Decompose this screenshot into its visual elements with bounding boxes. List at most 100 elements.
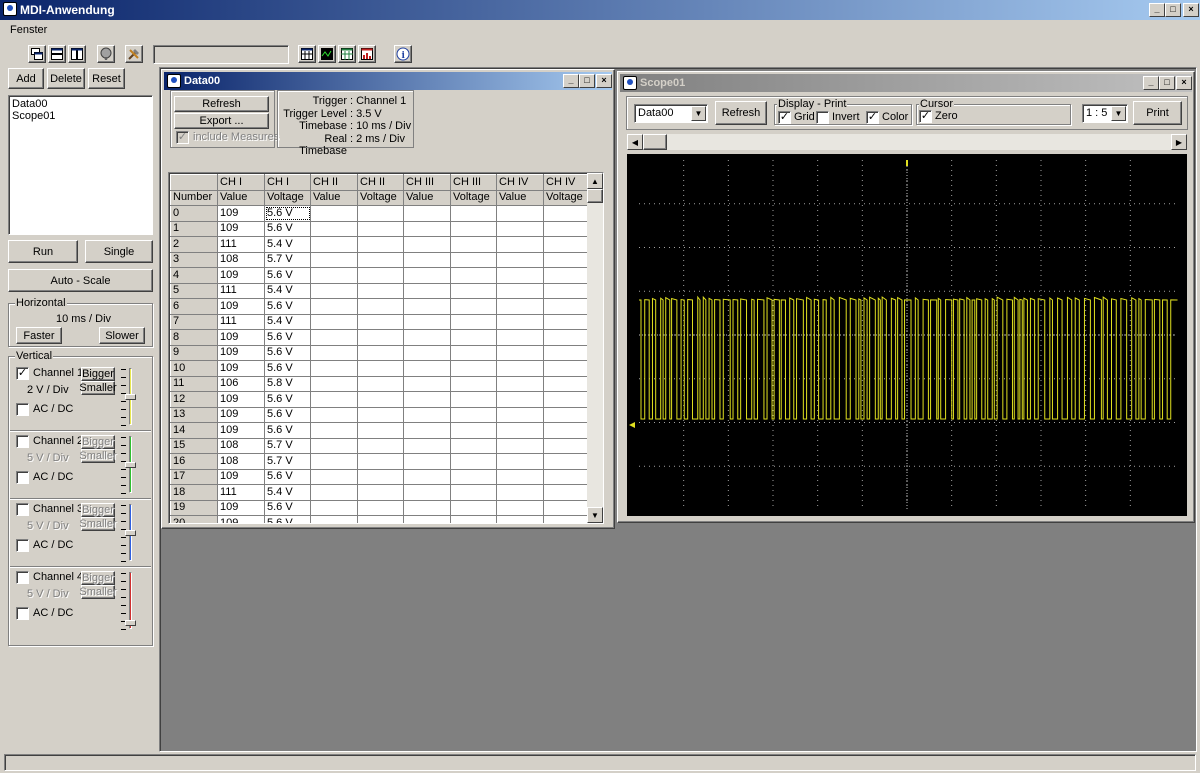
table-cell[interactable] [496,375,544,392]
column-header[interactable]: CH III [403,174,451,191]
table-cell[interactable] [543,391,589,408]
row-header[interactable]: 14 [170,422,218,439]
table-cell[interactable]: 109 [217,468,265,485]
table-cell[interactable] [450,313,497,330]
column-header[interactable]: Number [170,189,218,206]
table-cell[interactable] [310,313,358,330]
table-cell[interactable] [357,360,404,377]
table-cell[interactable] [403,313,451,330]
table-cell[interactable]: 108 [217,251,265,268]
table-cell[interactable] [403,375,451,392]
data-grid-vscrollbar[interactable]: ▲ ▼ [587,173,603,523]
row-header[interactable]: 10 [170,360,218,377]
table-cell[interactable] [357,251,404,268]
table-cell[interactable] [543,236,589,253]
table-cell[interactable]: 109 [217,344,265,361]
table-cell[interactable] [496,220,544,237]
table-cell[interactable] [403,406,451,423]
table-cell[interactable] [450,344,497,361]
channel-1-smaller-button[interactable]: Smaller [79,381,117,395]
table-cell[interactable] [403,499,451,516]
table-cell[interactable] [403,298,451,315]
table-cell[interactable] [310,468,358,485]
table-cell[interactable] [357,205,404,222]
table-cell[interactable] [496,344,544,361]
table-view-icon[interactable] [298,45,316,63]
column-header[interactable]: Value [217,189,265,206]
info-icon[interactable]: i [394,45,412,63]
channel-2-checkbox[interactable] [16,435,29,448]
table-cell[interactable]: 5.4 V [264,313,311,330]
table-cell[interactable] [450,236,497,253]
table-cell[interactable] [496,422,544,439]
table-cell[interactable]: 5.6 V [264,515,311,523]
table-cell[interactable] [543,298,589,315]
column-header[interactable]: Voltage [357,189,404,206]
column-header[interactable]: Voltage [543,189,589,206]
table-cell[interactable] [403,220,451,237]
table-cell[interactable]: 5.6 V [264,406,311,423]
row-header[interactable]: 5 [170,282,218,299]
table-cell[interactable] [357,515,404,523]
table-cell[interactable]: 109 [217,499,265,516]
table-cell[interactable] [357,468,404,485]
table-cell[interactable] [450,437,497,454]
table-cell[interactable] [543,437,589,454]
data-window-close-button[interactable]: × [596,74,612,88]
table-cell[interactable] [543,267,589,284]
app-close-button[interactable]: × [1183,3,1199,17]
table-cell[interactable] [543,205,589,222]
row-header[interactable]: 8 [170,329,218,346]
table-cell[interactable] [310,220,358,237]
table-cell[interactable] [403,437,451,454]
row-header[interactable]: 17 [170,468,218,485]
column-header[interactable]: Voltage [450,189,497,206]
channel-4-checkbox[interactable] [16,571,29,584]
row-header[interactable]: 9 [170,344,218,361]
table-cell[interactable] [543,251,589,268]
window-list[interactable]: Data00 Scope01 [8,95,153,235]
channel-4-level-slider[interactable] [121,570,139,631]
table-cell[interactable] [450,360,497,377]
column-header[interactable]: CH IV [543,174,589,191]
table-cell[interactable] [357,391,404,408]
table-cell[interactable] [403,267,451,284]
table-cell[interactable]: 109 [217,422,265,439]
tools-icon[interactable] [125,45,143,63]
slider-thumb[interactable] [125,394,136,400]
table-cell[interactable] [496,298,544,315]
table-cell[interactable] [403,205,451,222]
table-cell[interactable] [543,484,589,501]
table-cell[interactable] [450,468,497,485]
auto-scale-button[interactable]: Auto - Scale [8,269,153,292]
table-cell[interactable]: 109 [217,406,265,423]
table-cell[interactable] [403,453,451,470]
channel-2-smaller-button[interactable]: Smaller [79,449,117,463]
source-select[interactable]: Data00 ▼ [634,104,708,123]
table-cell[interactable] [310,298,358,315]
table-cell[interactable]: 5.4 V [264,282,311,299]
table-cell[interactable] [403,515,451,523]
table-cell[interactable]: 5.7 V [264,251,311,268]
channel-2-acdc-checkbox[interactable] [16,471,29,484]
row-header[interactable]: 20 [170,515,218,523]
scroll-left-arrow[interactable]: ◀ [627,134,643,150]
table-cell[interactable] [310,251,358,268]
table-cell[interactable] [450,515,497,523]
run-button[interactable]: Run [8,240,78,263]
single-button[interactable]: Single [85,240,153,263]
table-cell[interactable] [496,391,544,408]
table-cell[interactable]: 111 [217,236,265,253]
table-cell[interactable] [543,515,589,523]
table-cell[interactable] [543,406,589,423]
app-minimize-button[interactable]: _ [1149,3,1165,17]
add-button[interactable]: Add [8,68,44,89]
table-cell[interactable] [357,453,404,470]
slower-button[interactable]: Slower [99,327,145,344]
probe-icon[interactable] [97,45,115,63]
table-cell[interactable]: 111 [217,484,265,501]
column-header[interactable]: CH I [264,174,311,191]
table-cell[interactable]: 5.6 V [264,329,311,346]
table-cell[interactable] [310,360,358,377]
include-measures-checkbox[interactable]: ✓ [176,131,189,144]
